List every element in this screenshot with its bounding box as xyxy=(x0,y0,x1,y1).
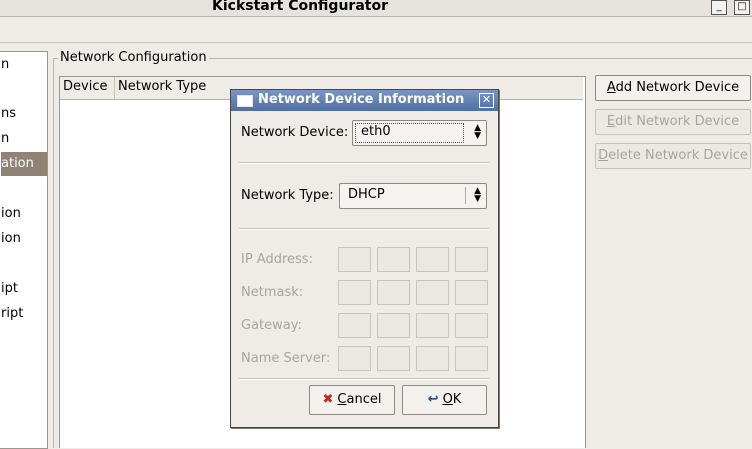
cancel-icon: ✖ xyxy=(322,392,334,407)
nameserver-octet-field[interactable] xyxy=(416,346,449,371)
network-device-dialog: Network Device Information ✕ Network Dev… xyxy=(230,89,499,428)
column-header-device[interactable]: Device xyxy=(60,77,115,99)
netmask-octet-field[interactable] xyxy=(455,280,488,305)
sidebar-item[interactable]: ript xyxy=(1,302,23,326)
gateway-octet-field[interactable] xyxy=(416,313,449,338)
mnemonic: D xyxy=(598,148,609,163)
sidebar-item[interactable]: ns xyxy=(1,102,16,126)
ip-octet-field[interactable] xyxy=(338,247,371,272)
column-header-network-type[interactable]: Network Type xyxy=(115,77,238,99)
netmask-label: Netmask: xyxy=(241,285,304,300)
ok-icon: ↩ xyxy=(427,392,439,407)
dialog-title: Network Device Information xyxy=(258,92,465,107)
ip-octet-field[interactable] xyxy=(416,247,449,272)
edit-network-device-button[interactable]: Edit Network Device xyxy=(595,109,751,135)
gateway-octet-field[interactable] xyxy=(455,313,488,338)
network-type-label: Network Type: xyxy=(241,188,334,203)
button-label: dd Network Device xyxy=(615,80,740,95)
window-icon xyxy=(237,95,253,107)
gateway-label: Gateway: xyxy=(241,318,302,333)
nameserver-octet-field[interactable] xyxy=(338,346,371,371)
sidebar-item-network-configuration[interactable]: ation xyxy=(1,152,47,176)
button-label: ancel xyxy=(346,392,382,407)
cancel-button[interactable]: ✖ Cancel xyxy=(309,385,395,415)
sidebar-item[interactable]: n xyxy=(1,127,9,151)
mnemonic: E xyxy=(606,114,616,129)
sidebar: n ns n ation ion ion ipt ript xyxy=(0,51,48,449)
combo-divider xyxy=(465,187,466,204)
sidebar-item[interactable]: n xyxy=(1,53,9,77)
name-server-label: Name Server: xyxy=(241,351,331,366)
nameserver-octet-field[interactable] xyxy=(455,346,488,371)
ip-octet-field[interactable] xyxy=(455,247,488,272)
netmask-octet-field[interactable] xyxy=(377,280,410,305)
menu-bar xyxy=(0,17,752,43)
window-title: Kickstart Configurator xyxy=(212,0,388,14)
sidebar-item[interactable]: ion xyxy=(1,227,21,251)
window-title-bar: Kickstart Configurator _ □ xyxy=(0,0,752,17)
button-label: elete Network Device xyxy=(608,148,748,163)
network-device-label: Network Device: xyxy=(241,125,349,140)
button-label: dit Network Device xyxy=(615,114,740,129)
sidebar-item[interactable]: ion xyxy=(1,202,21,226)
netmask-octet-field[interactable] xyxy=(416,280,449,305)
minimize-button[interactable]: _ xyxy=(711,0,727,15)
delete-network-device-button[interactable]: Delete Network Device xyxy=(595,143,751,169)
button-label: K xyxy=(452,392,462,407)
gateway-octet-field[interactable] xyxy=(377,313,410,338)
mnemonic: O xyxy=(442,392,453,407)
ip-address-label: IP Address: xyxy=(241,252,313,267)
network-type-value: DHCP xyxy=(348,187,385,202)
mnemonic: C xyxy=(337,392,347,407)
network-device-combo[interactable]: eth0 ▲ ▼ xyxy=(352,120,487,146)
network-type-combo[interactable]: DHCP ▲ ▼ xyxy=(339,183,487,209)
updown-arrow-icon: ▲ ▼ xyxy=(474,123,481,141)
separator xyxy=(239,228,489,230)
section-label: Network Configuration xyxy=(58,50,209,65)
mnemonic: A xyxy=(606,80,616,95)
network-device-value: eth0 xyxy=(361,124,391,139)
ip-octet-field[interactable] xyxy=(377,247,410,272)
gateway-octet-field[interactable] xyxy=(338,313,371,338)
dialog-title-bar[interactable]: Network Device Information ✕ xyxy=(231,90,498,111)
ok-button[interactable]: ↩ OK xyxy=(402,385,487,415)
updown-arrow-icon: ▲ ▼ xyxy=(474,186,481,204)
separator xyxy=(239,162,489,164)
nameserver-octet-field[interactable] xyxy=(377,346,410,371)
add-network-device-button[interactable]: Add Network Device xyxy=(595,75,751,101)
netmask-octet-field[interactable] xyxy=(338,280,371,305)
sidebar-item[interactable]: ipt xyxy=(1,277,18,301)
separator xyxy=(239,378,489,380)
maximize-button[interactable]: □ xyxy=(734,0,750,15)
close-icon[interactable]: ✕ xyxy=(479,93,494,108)
